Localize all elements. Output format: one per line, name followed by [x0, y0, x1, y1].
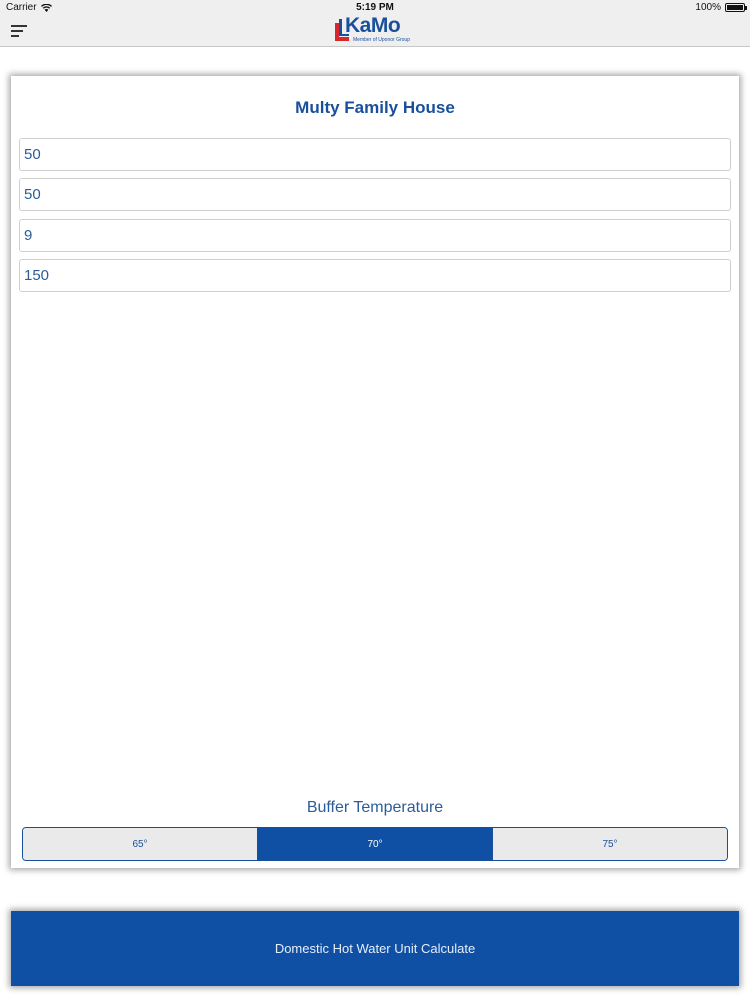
- calculator-card: Multy Family House Buffer Temperature 65…: [11, 76, 739, 868]
- buffer-temperature-label: Buffer Temperature: [306, 799, 444, 816]
- input-field-3[interactable]: [19, 219, 731, 252]
- logo-subtitle: Member of Uponor Group: [353, 37, 410, 43]
- input-field-2[interactable]: [19, 178, 731, 211]
- segment-75[interactable]: 75°: [492, 828, 727, 860]
- kamo-logo: KaMo Member of Uponor Group: [333, 14, 423, 47]
- clock: 5:19 PM: [356, 2, 394, 13]
- input-field-4[interactable]: [19, 259, 731, 292]
- nav-bar: KaMo Member of Uponor Group: [0, 14, 750, 47]
- status-right: 100%: [695, 2, 747, 13]
- menu-icon[interactable]: [11, 25, 27, 38]
- input-field-1[interactable]: [19, 138, 731, 171]
- segment-70[interactable]: 70°: [257, 828, 492, 860]
- buffer-temperature-control: 65° 70° 75°: [22, 827, 728, 861]
- battery-percent: 100%: [695, 2, 721, 13]
- logo-text: KaMo: [345, 14, 401, 37]
- segment-65[interactable]: 65°: [23, 828, 257, 860]
- page-title: Multy Family House: [295, 98, 455, 117]
- calculate-button[interactable]: Domestic Hot Water Unit Calculate: [11, 911, 739, 986]
- battery-icon: [725, 3, 747, 12]
